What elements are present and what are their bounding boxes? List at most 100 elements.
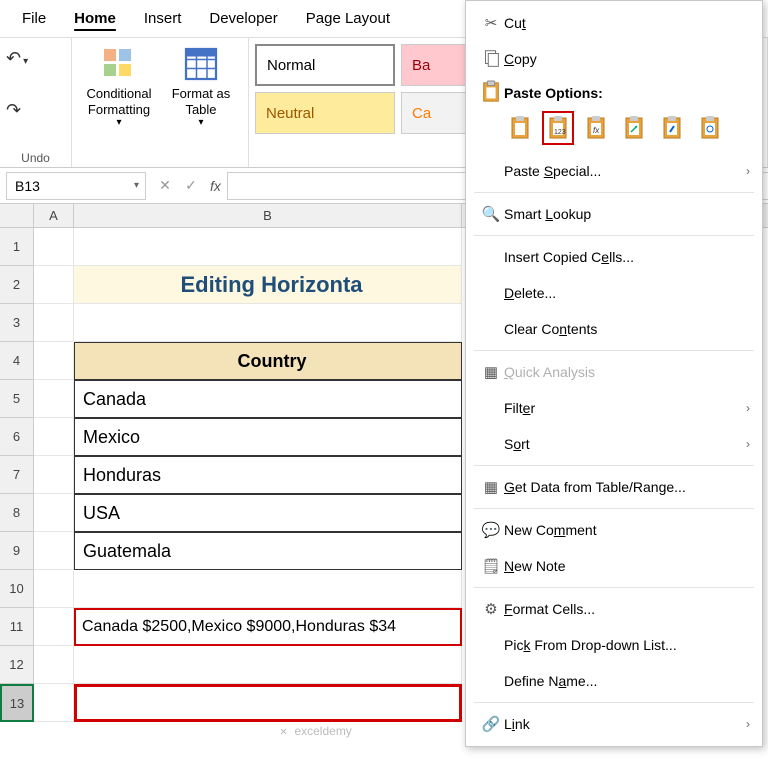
row-header[interactable]: 13 <box>0 684 34 722</box>
cell[interactable] <box>34 456 74 494</box>
menu-link[interactable]: 🔗 Link › <box>466 706 762 742</box>
cell[interactable]: Mexico <box>74 418 462 456</box>
cell[interactable] <box>74 570 462 608</box>
conditional-formatting-label: Conditional Formatting <box>78 86 160 117</box>
menu-get-data[interactable]: ▦ Get Data from Table/Range... <box>466 469 762 505</box>
cancel-formula-button[interactable]: ✕ <box>152 177 178 194</box>
row-header[interactable]: 4 <box>0 342 34 380</box>
paste-formulas[interactable]: fx <box>580 111 612 145</box>
chevron-right-icon: › <box>746 717 750 731</box>
svg-text:fx: fx <box>593 126 600 135</box>
cell[interactable] <box>34 342 74 380</box>
format-as-table-button[interactable]: Format as Table ▾ <box>160 42 242 128</box>
menu-pick-dropdown[interactable]: Pick From Drop-down List... <box>466 627 762 663</box>
paste-link[interactable] <box>694 111 726 145</box>
paste-values[interactable]: 123 <box>542 111 574 145</box>
row-header[interactable]: 2 <box>0 266 34 304</box>
cell[interactable]: USA <box>74 494 462 532</box>
column-header-a[interactable]: A <box>34 204 74 227</box>
ribbon-group-undo: ↶▾ ↷ Undo <box>0 38 72 167</box>
row-header[interactable]: 7 <box>0 456 34 494</box>
scissors-icon: ✂ <box>478 14 504 32</box>
cell[interactable]: Honduras <box>74 456 462 494</box>
chevron-right-icon: › <box>746 401 750 415</box>
tab-page-layout[interactable]: Page Layout <box>292 2 404 35</box>
menu-paste-options: Paste Options: 123 fx <box>466 77 762 153</box>
menu-new-note[interactable]: 🗒 New Note <box>466 548 762 584</box>
quick-analysis-icon: ▦ <box>478 363 504 381</box>
menu-quick-analysis: ▦ Quick Analysis <box>466 354 762 390</box>
fx-icon[interactable]: fx <box>204 178 227 194</box>
menu-filter[interactable]: Filter › <box>466 390 762 426</box>
cell[interactable] <box>34 646 74 684</box>
menu-smart-lookup[interactable]: 🔍 Smart Lookup <box>466 196 762 232</box>
cell[interactable] <box>74 646 462 684</box>
tab-developer[interactable]: Developer <box>195 2 291 35</box>
cell[interactable] <box>74 304 462 342</box>
title-cell[interactable]: Editing Horizonta <box>74 266 462 304</box>
redo-button[interactable]: ↷ <box>6 100 65 121</box>
row-header[interactable]: 11 <box>0 608 34 646</box>
select-all-corner[interactable] <box>0 204 34 227</box>
paste-transpose[interactable] <box>618 111 650 145</box>
comment-icon: 💬 <box>478 521 504 539</box>
cell[interactable] <box>34 304 74 342</box>
format-as-table-label: Format as Table <box>160 86 242 117</box>
cell[interactable] <box>34 380 74 418</box>
name-box[interactable]: B13 ▾ <box>6 172 146 200</box>
chevron-right-icon: › <box>746 437 750 451</box>
row-header[interactable]: 5 <box>0 380 34 418</box>
menu-format-cells[interactable]: ⚙ Format Cells... <box>466 591 762 627</box>
style-normal[interactable]: Normal <box>255 44 395 86</box>
conditional-formatting-icon <box>101 46 137 82</box>
style-neutral[interactable]: Neutral <box>255 92 395 134</box>
menu-sort[interactable]: Sort › <box>466 426 762 462</box>
link-icon: 🔗 <box>478 715 504 733</box>
header-cell[interactable]: Country <box>74 342 462 380</box>
accept-formula-button[interactable]: ✓ <box>178 177 204 194</box>
menu-delete[interactable]: Delete... <box>466 275 762 311</box>
row-header[interactable]: 9 <box>0 532 34 570</box>
undo-button[interactable]: ↶▾ <box>6 48 28 69</box>
context-menu: ✂ Cut Copy Paste Options: 123 fx Paste S… <box>465 0 763 747</box>
search-icon: 🔍 <box>478 205 504 223</box>
row-header[interactable]: 1 <box>0 228 34 266</box>
paste-formatting[interactable] <box>656 111 688 145</box>
selected-cell[interactable] <box>74 684 462 722</box>
menu-copy[interactable]: Copy <box>466 41 762 77</box>
row-header[interactable]: 12 <box>0 646 34 684</box>
formula-result-cell[interactable]: Canada $2500,Mexico $9000,Honduras $34 <box>74 608 462 646</box>
menu-cut[interactable]: ✂ Cut <box>466 5 762 41</box>
cell[interactable] <box>74 228 462 266</box>
cell[interactable]: Canada <box>74 380 462 418</box>
cell[interactable] <box>34 570 74 608</box>
cell[interactable] <box>34 494 74 532</box>
row-header[interactable]: 10 <box>0 570 34 608</box>
cell[interactable] <box>34 228 74 266</box>
menu-new-comment[interactable]: 💬 New Comment <box>466 512 762 548</box>
paste-all[interactable] <box>504 111 536 145</box>
cell[interactable] <box>34 418 74 456</box>
cell[interactable] <box>34 608 74 646</box>
chevron-down-icon[interactable]: ▾ <box>134 180 139 191</box>
row-header[interactable]: 3 <box>0 304 34 342</box>
cell[interactable]: Guatemala <box>74 532 462 570</box>
cell[interactable] <box>34 684 74 722</box>
menu-clear-contents[interactable]: Clear Contents <box>466 311 762 347</box>
conditional-formatting-button[interactable]: Conditional Formatting ▾ <box>78 42 160 128</box>
row-header[interactable]: 6 <box>0 418 34 456</box>
column-header-b[interactable]: B <box>74 204 462 227</box>
format-as-table-icon <box>183 46 219 82</box>
tab-insert[interactable]: Insert <box>130 2 196 35</box>
tab-home[interactable]: Home <box>60 2 130 35</box>
cell[interactable] <box>34 532 74 570</box>
svg-text:123: 123 <box>554 129 566 136</box>
clipboard-icon <box>478 79 504 105</box>
chevron-right-icon: › <box>746 164 750 178</box>
menu-paste-special[interactable]: Paste Special... › <box>466 153 762 189</box>
menu-insert-copied[interactable]: Insert Copied Cells... <box>466 239 762 275</box>
row-header[interactable]: 8 <box>0 494 34 532</box>
cell[interactable] <box>34 266 74 304</box>
tab-file[interactable]: File <box>8 2 60 35</box>
menu-define-name[interactable]: Define Name... <box>466 663 762 699</box>
